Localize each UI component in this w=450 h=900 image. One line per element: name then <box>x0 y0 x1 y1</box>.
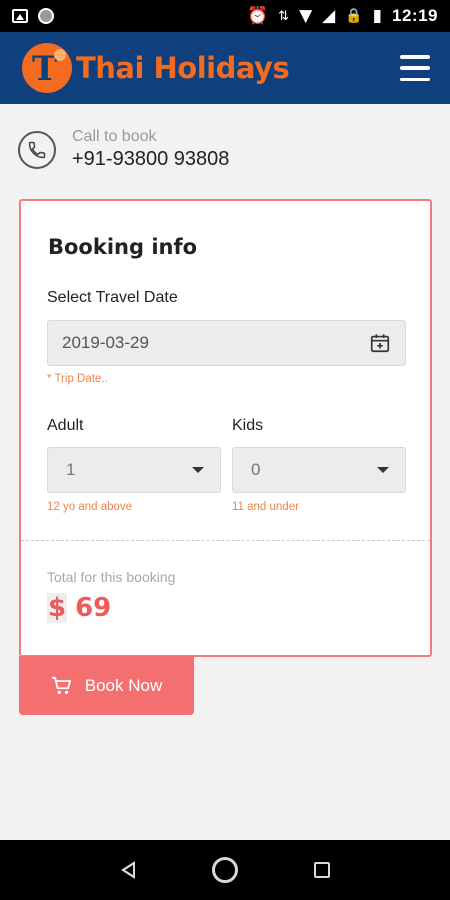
divider <box>21 540 430 541</box>
call-text: Call to book +91-93800 93808 <box>72 128 229 171</box>
nav-home-button[interactable] <box>205 850 245 890</box>
nav-back-button[interactable] <box>108 850 148 890</box>
status-bar: ⏰ ⇅ ▼ ◢ 🔒 ▮ 12:19 <box>0 0 450 32</box>
menu-line-icon <box>400 77 430 81</box>
status-left-icons <box>12 8 54 24</box>
calendar-icon[interactable] <box>369 332 391 354</box>
circle-icon <box>38 8 54 24</box>
booking-card: Booking info Select Travel Date 2019-03-… <box>19 199 432 657</box>
recents-icon <box>313 862 330 878</box>
brand-name: Thai Holidays <box>76 51 290 85</box>
logo-icon: T <box>22 43 72 93</box>
travel-date-input[interactable]: 2019-03-29 <box>47 320 406 366</box>
call-to-book[interactable]: Call to book +91-93800 93808 <box>18 128 229 171</box>
travel-date-label: Select Travel Date <box>47 289 178 306</box>
travel-date-value: 2019-03-29 <box>62 333 149 352</box>
chevron-down-icon <box>192 467 204 473</box>
book-now-button[interactable]: Book Now <box>19 656 194 715</box>
adult-label: Adult <box>47 417 84 434</box>
kids-label: Kids <box>232 417 264 434</box>
phone-icon <box>18 130 56 169</box>
battery-icon: ▮ <box>372 5 383 26</box>
wifi-icon: ▼ <box>299 5 313 26</box>
total-label: Total for this booking <box>47 569 176 585</box>
alarm-icon: ⏰ <box>246 5 269 26</box>
status-time: 12:19 <box>392 6 438 25</box>
chevron-down-icon <box>377 467 389 473</box>
lock-icon: 🔒 <box>345 8 363 24</box>
total-value: 69 <box>75 593 112 623</box>
home-icon <box>211 857 238 883</box>
gallery-icon <box>12 9 28 23</box>
back-icon <box>121 861 136 879</box>
brand-logo[interactable]: T Thai Holidays <box>22 43 290 93</box>
currency-symbol: $ <box>47 593 68 623</box>
menu-line-icon <box>400 66 430 70</box>
kids-value: 0 <box>251 460 261 479</box>
signal-icon: ◢ <box>322 5 336 26</box>
nav-recents-button[interactable] <box>302 850 342 890</box>
trip-date-hint: * Trip Date.. <box>47 373 108 385</box>
status-right-icons: ⏰ ⇅ ▼ ◢ 🔒 ▮ 12:19 <box>247 6 438 26</box>
logo-dot <box>54 49 66 61</box>
hamburger-menu-button[interactable] <box>400 55 430 81</box>
data-arrows-icon: ⇅ <box>278 8 290 24</box>
phone-number[interactable]: +91-93800 93808 <box>72 148 229 171</box>
book-now-label: Book Now <box>84 675 163 695</box>
booking-title: Booking info <box>48 235 198 259</box>
cart-icon <box>51 676 73 696</box>
adult-select[interactable]: 1 <box>47 447 221 493</box>
adult-hint: 12 yo and above <box>47 501 133 513</box>
app-header: T Thai Holidays <box>0 32 450 104</box>
call-label: Call to book <box>72 128 157 145</box>
total-amount: $ 69 <box>47 593 111 623</box>
kids-select[interactable]: 0 <box>232 447 406 493</box>
kids-hint: 11 and under <box>232 501 299 513</box>
navigation-bar <box>0 840 450 900</box>
adult-value: 1 <box>66 460 76 479</box>
menu-line-icon <box>400 55 430 59</box>
phone-glyph-icon <box>28 141 46 158</box>
